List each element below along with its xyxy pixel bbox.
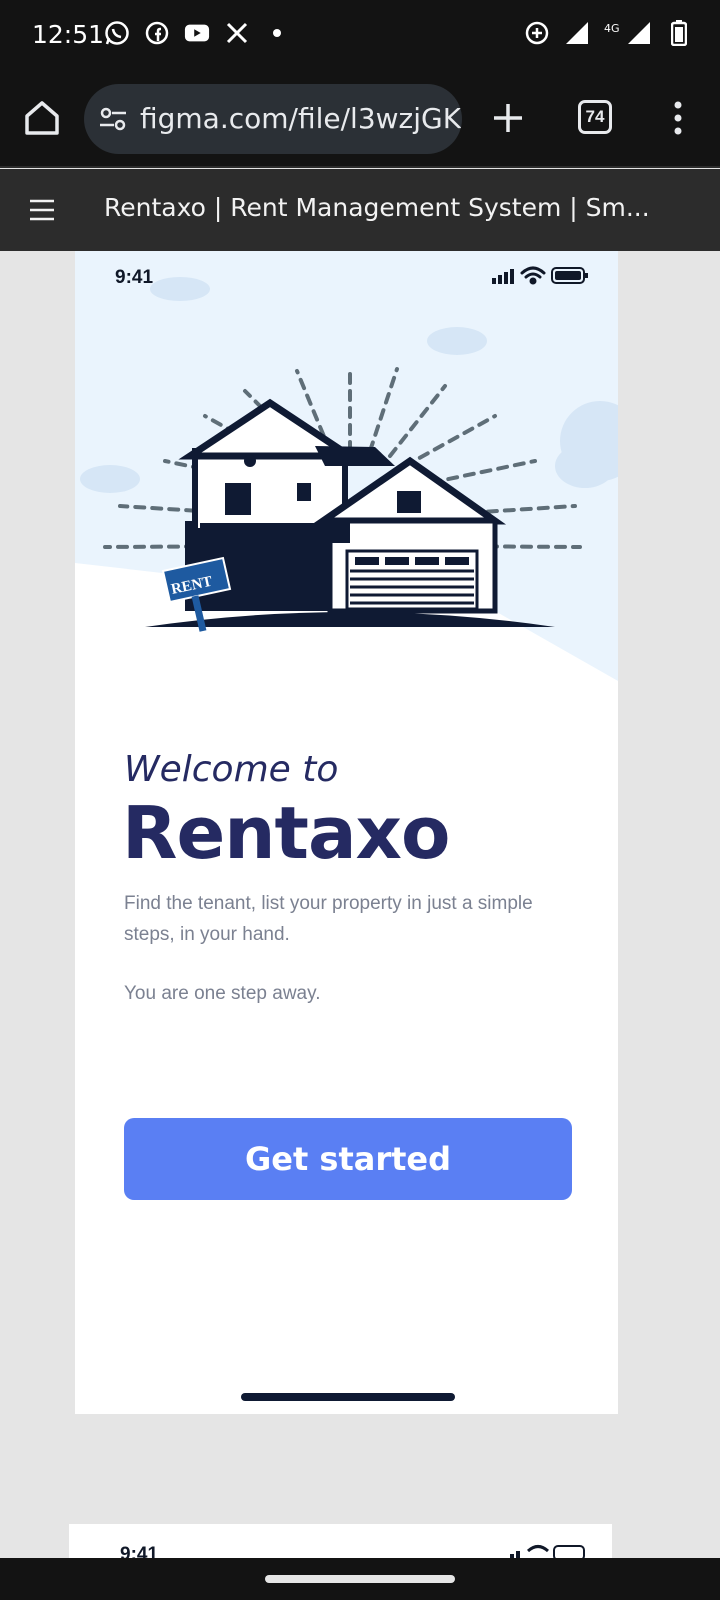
browser-toolbar: figma.com/file/l3wzjGK( 74 <box>0 72 720 168</box>
more-menu-icon[interactable] <box>668 98 688 138</box>
site-settings-icon[interactable] <box>98 104 128 134</box>
home-indicator <box>241 1393 455 1401</box>
data-saver-icon <box>524 20 550 46</box>
facebook-icon <box>144 20 170 46</box>
dot-icon <box>264 20 290 46</box>
battery-icon <box>666 20 692 46</box>
get-started-button[interactable]: Get started <box>124 1118 572 1200</box>
brand-title: Rentaxo <box>122 791 450 875</box>
signal-icon <box>564 20 590 46</box>
hamburger-menu-icon[interactable] <box>28 195 56 225</box>
phone-battery-icon <box>551 267 588 284</box>
android-navigation-bar <box>0 1558 720 1600</box>
gesture-handle[interactable] <box>265 1575 455 1583</box>
home-icon[interactable] <box>22 98 62 138</box>
4g-signal-icon: 4G <box>604 20 652 46</box>
notification-icons <box>104 20 290 46</box>
wifi-icon <box>520 266 546 285</box>
address-bar[interactable]: figma.com/file/l3wzjGK( <box>84 84 462 154</box>
hero-illustration: RENT 9:41 <box>75 251 618 691</box>
android-status-bar: 12:51 4G <box>0 0 720 72</box>
url-text[interactable]: figma.com/file/l3wzjGK( <box>140 102 462 135</box>
phone-status-icons <box>490 263 590 292</box>
tab-switcher-button[interactable]: 74 <box>578 100 612 134</box>
welcome-heading: Welcome to <box>124 749 339 790</box>
phone-frame: RENT 9:41 Welcome to Rentaxo Find the te… <box>75 251 618 1414</box>
phone-status-time: 9:41 <box>115 267 154 288</box>
cellular-icon <box>492 269 514 284</box>
svg-text:4G: 4G <box>604 22 620 35</box>
tagline-text: You are one step away. <box>124 983 321 1004</box>
intro-description: Find the tenant, list your property in j… <box>124 893 533 945</box>
figma-header: Rentaxo | Rent Management System | Sm... <box>0 169 720 251</box>
youtube-icon <box>184 20 210 46</box>
file-title: Rentaxo | Rent Management System | Sm... <box>104 193 650 222</box>
x-icon <box>224 20 250 46</box>
status-time: 12:51 <box>32 20 105 49</box>
whatsapp-icon <box>104 20 130 46</box>
new-tab-icon[interactable] <box>488 98 528 138</box>
system-icons: 4G <box>524 20 692 46</box>
